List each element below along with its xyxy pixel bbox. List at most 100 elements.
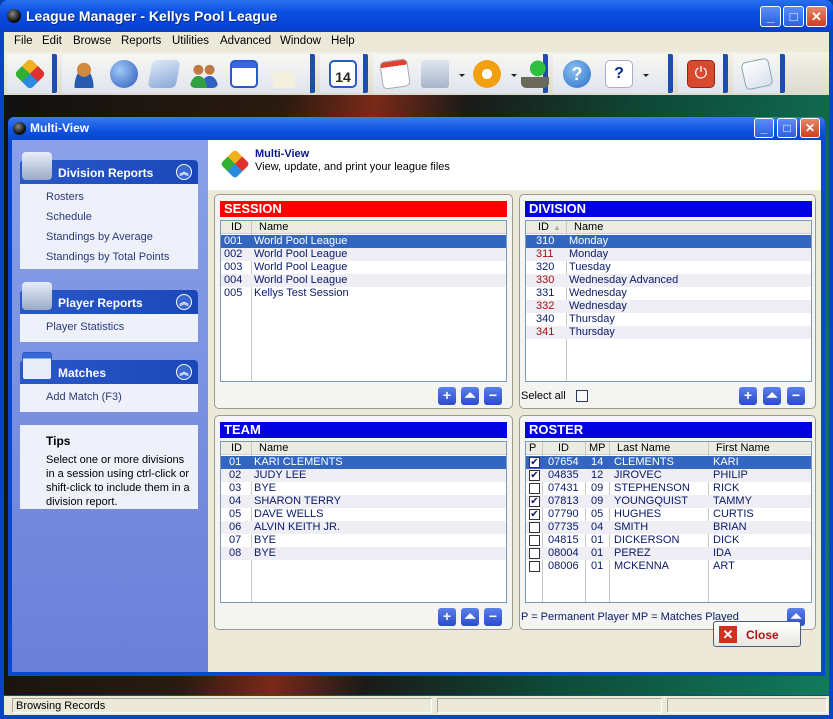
permanent-player-checkbox[interactable]: ✔ <box>529 457 540 468</box>
division-list[interactable]: ID ▲ Name 310 Monday 311 Monday 320 Tuesday 33… <box>525 220 812 382</box>
home-icon[interactable] <box>270 60 298 88</box>
open-folder-icon[interactable] <box>147 60 181 88</box>
maximize-button[interactable]: □ <box>783 6 804 27</box>
settings-dropdown-arrow[interactable] <box>511 74 517 77</box>
menu-advanced[interactable]: Advanced <box>220 35 271 47</box>
link-player-statistics[interactable]: Player Statistics <box>46 321 124 333</box>
menu-utilities[interactable]: Utilities <box>172 35 209 47</box>
team-row[interactable]: 05 DAVE WELLS <box>221 508 506 521</box>
session-row[interactable]: 004 World Pool League <box>221 274 506 287</box>
permanent-player-checkbox[interactable] <box>529 548 540 559</box>
collapse-chevron-icon[interactable]: ︽ <box>176 294 192 310</box>
team-remove-button[interactable]: − <box>484 608 502 626</box>
teams-icon[interactable] <box>190 60 218 88</box>
column-header-id[interactable]: ID <box>558 442 569 454</box>
permanent-player-checkbox[interactable] <box>529 535 540 546</box>
help-document-icon[interactable]: ? <box>605 60 633 88</box>
session-row[interactable]: 002 World Pool League <box>221 248 506 261</box>
team-row[interactable]: 04 SHARON TERRY <box>221 495 506 508</box>
session-edit-button[interactable]: ⏶ <box>461 387 479 405</box>
help-dropdown-arrow[interactable] <box>643 74 649 77</box>
division-row[interactable]: 341 Thursday <box>526 326 811 339</box>
close-window-button[interactable]: ✕ <box>806 6 827 27</box>
permanent-player-checkbox[interactable] <box>529 483 540 494</box>
child-close-button[interactable]: ✕ <box>800 118 820 138</box>
team-add-button[interactable]: + <box>438 608 456 626</box>
settings-gear-icon[interactable] <box>473 60 501 88</box>
permanent-player-checkbox[interactable] <box>529 561 540 572</box>
menu-window[interactable]: Window <box>280 35 321 47</box>
division-edit-button[interactable]: ⏶ <box>763 387 781 405</box>
session-row[interactable]: 003 World Pool League <box>221 261 506 274</box>
column-header-name[interactable]: Name <box>574 221 603 233</box>
menu-file[interactable]: File <box>14 35 33 47</box>
team-row[interactable]: 02 JUDY LEE <box>221 469 506 482</box>
roster-row[interactable]: ✔ 07813 09 YOUNGQUIST TAMMY <box>526 495 811 508</box>
team-row[interactable]: 03 BYE <box>221 482 506 495</box>
division-row[interactable]: 332 Wednesday <box>526 300 811 313</box>
link-add-match[interactable]: Add Match (F3) <box>46 391 122 403</box>
link-schedule[interactable]: Schedule <box>46 211 92 223</box>
roster-row[interactable]: 08006 01 MCKENNA ART <box>526 560 811 573</box>
column-header-p[interactable]: P <box>529 442 536 454</box>
roster-row[interactable]: 04815 01 DICKERSON DICK <box>526 534 811 547</box>
permanent-player-checkbox[interactable]: ✔ <box>529 470 540 481</box>
column-header-last-name[interactable]: Last Name <box>617 442 670 454</box>
column-header-mp[interactable]: MP <box>589 442 606 454</box>
power-icon[interactable]: ⏻ <box>687 60 715 88</box>
session-row[interactable]: 001 World Pool League <box>221 235 506 248</box>
roster-row[interactable]: ✔ 04835 12 JIROVEC PHILIP <box>526 469 811 482</box>
team-row[interactable]: 06 ALVIN KEITH JR. <box>221 521 506 534</box>
child-maximize-button[interactable]: □ <box>777 118 797 138</box>
session-add-button[interactable]: + <box>438 387 456 405</box>
column-header-id[interactable]: ID <box>538 221 549 233</box>
notepad-icon[interactable] <box>379 58 411 90</box>
column-header-name[interactable]: Name <box>259 221 288 233</box>
menu-help[interactable]: Help <box>331 35 355 47</box>
column-header-name[interactable]: Name <box>259 442 288 454</box>
session-row[interactable]: 005 Kellys Test Session <box>221 287 506 300</box>
child-minimize-button[interactable]: _ <box>754 118 774 138</box>
multi-view-icon[interactable] <box>14 58 46 90</box>
player-icon[interactable] <box>70 60 98 88</box>
roster-list[interactable]: P ID MP Last Name First Name ✔ 07654 14 CLE… <box>525 441 812 603</box>
menu-reports[interactable]: Reports <box>121 35 161 47</box>
roster-row[interactable]: ✔ 07790 05 HUGHES CURTIS <box>526 508 811 521</box>
team-row[interactable]: 07 BYE <box>221 534 506 547</box>
collapse-chevron-icon[interactable]: ︽ <box>176 164 192 180</box>
select-all-checkbox[interactable] <box>576 390 588 402</box>
column-header-first-name[interactable]: First Name <box>716 442 770 454</box>
menu-edit[interactable]: Edit <box>42 35 62 47</box>
team-row[interactable]: 01 KARI CLEMENTS <box>221 456 506 469</box>
printer-icon[interactable] <box>421 60 449 88</box>
division-row[interactable]: 340 Thursday <box>526 313 811 326</box>
division-row[interactable]: 330 Wednesday Advanced <box>526 274 811 287</box>
printer-dropdown-arrow[interactable] <box>459 74 465 77</box>
team-row[interactable]: 08 BYE <box>221 547 506 560</box>
close-button[interactable]: ✕ Close <box>713 621 801 647</box>
roster-row[interactable]: 07431 09 STEPHENSON RICK <box>526 482 811 495</box>
roster-row[interactable]: 07735 04 SMITH BRIAN <box>526 521 811 534</box>
collapse-chevron-icon[interactable]: ︽ <box>176 364 192 380</box>
backup-drive-icon[interactable] <box>521 60 549 88</box>
minimize-button[interactable]: _ <box>760 6 781 27</box>
link-standings-by-average[interactable]: Standings by Average <box>46 231 153 243</box>
calendar-icon[interactable]: 14 <box>329 60 357 88</box>
player-reports-header[interactable]: Player Reports ︽ <box>20 282 198 314</box>
matches-header[interactable]: Matches ︽ <box>20 352 198 384</box>
schedule-grid-icon[interactable] <box>230 60 258 88</box>
division-row[interactable]: 331 Wednesday <box>526 287 811 300</box>
division-remove-button[interactable]: − <box>787 387 805 405</box>
division-add-button[interactable]: + <box>739 387 757 405</box>
column-header-id[interactable]: ID <box>231 221 242 233</box>
column-header-id[interactable]: ID <box>231 442 242 454</box>
division-row[interactable]: 310 Monday <box>526 235 811 248</box>
team-list[interactable]: ID Name 01 KARI CLEMENTS 02 JUDY LEE 03 BYE 04… <box>220 441 507 603</box>
division-row[interactable]: 311 Monday <box>526 248 811 261</box>
session-remove-button[interactable]: − <box>484 387 502 405</box>
permanent-player-checkbox[interactable]: ✔ <box>529 509 540 520</box>
email-icon[interactable] <box>740 57 774 91</box>
division-reports-header[interactable]: Division Reports ︽ <box>20 152 198 184</box>
roster-row[interactable]: ✔ 07654 14 CLEMENTS KARI <box>526 456 811 469</box>
permanent-player-checkbox[interactable]: ✔ <box>529 496 540 507</box>
